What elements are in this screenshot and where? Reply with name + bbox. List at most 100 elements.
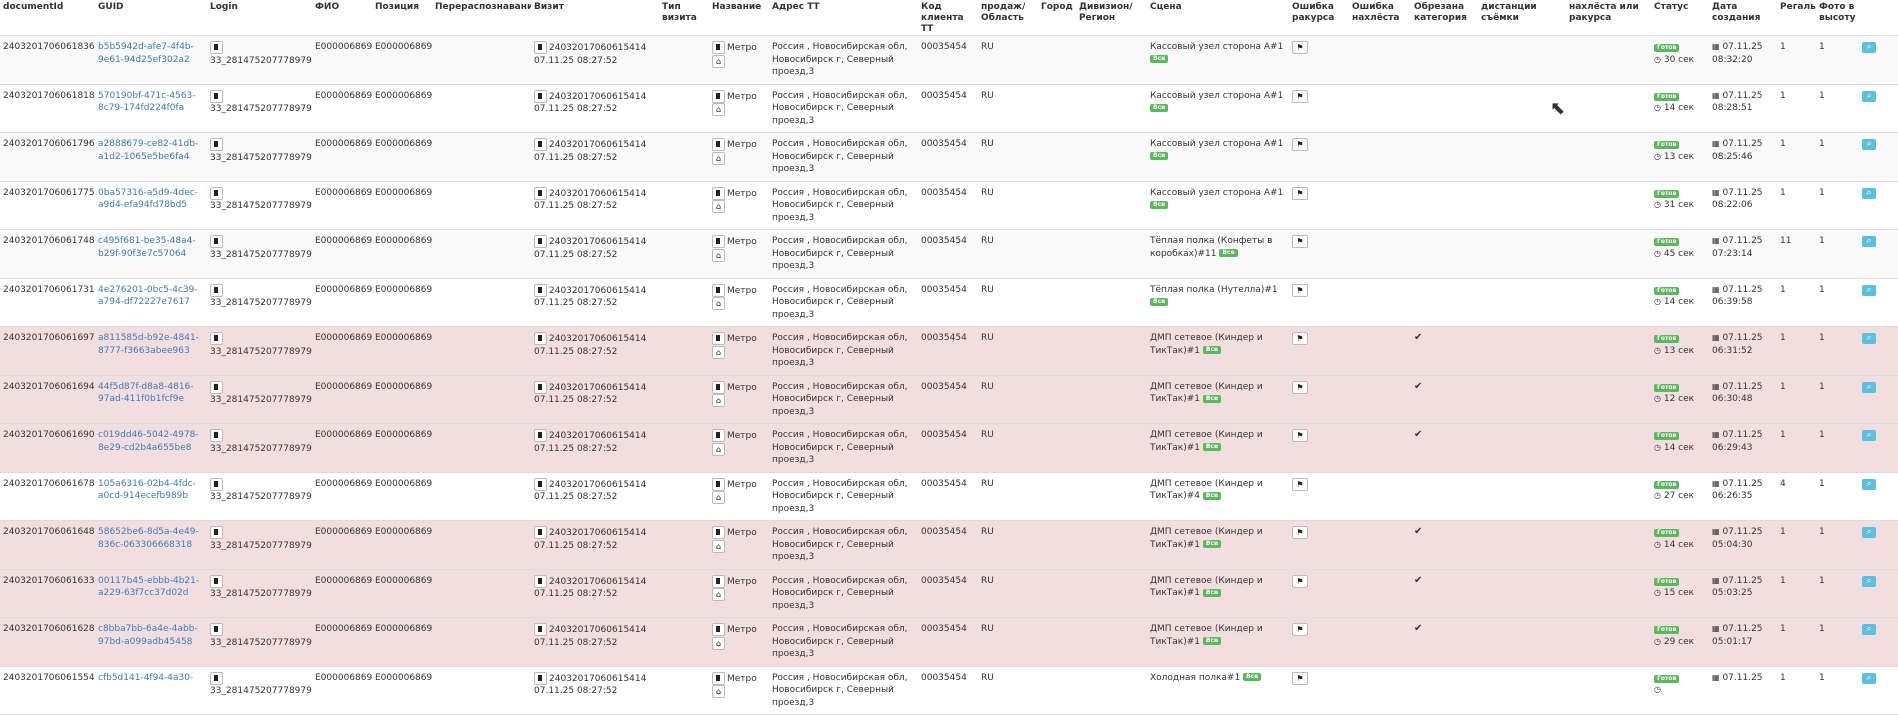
col-header-division[interactable]: Дивизион/ Регион	[1076, 0, 1147, 36]
home-icon[interactable]: ⌂	[712, 103, 725, 116]
document-icon[interactable]	[712, 283, 725, 297]
document-icon[interactable]	[210, 138, 223, 151]
document-icon[interactable]	[210, 429, 223, 442]
document-icon[interactable]	[210, 235, 223, 248]
document-icon[interactable]	[534, 332, 547, 345]
home-icon[interactable]: ⌂	[712, 200, 725, 213]
col-header-angle-error[interactable]: Ошибка ракурса	[1289, 0, 1349, 36]
col-header-address[interactable]: Адрес ТТ	[769, 0, 918, 36]
col-header-recognition[interactable]: Перераспознавание	[432, 0, 531, 36]
col-header-overlap-angle[interactable]: нахлёста или ракурса	[1566, 0, 1651, 36]
table-row[interactable]: 24032017060616782 105a6316-02b4-4fdc-a0cd…	[0, 472, 1898, 521]
guid-link[interactable]: 570190bf-471c-4563-8c79-174fd224f0fa	[98, 91, 196, 114]
search-icon[interactable]: ⌕	[1862, 333, 1876, 344]
col-header-overlap-error[interactable]: Ошибка нахлёста	[1349, 0, 1411, 36]
table-row[interactable]: 24032017060616977 a811585d-b92e-4841-8777…	[0, 326, 1898, 376]
document-icon[interactable]	[534, 283, 547, 297]
search-icon[interactable]: ⌕	[1862, 42, 1876, 53]
table-row[interactable]: 24032017060616907 c019dd46-5042-4978-8e29…	[0, 423, 1898, 473]
home-icon[interactable]: ⌂	[712, 54, 725, 68]
search-icon[interactable]: ⌕	[1862, 187, 1876, 199]
search-icon[interactable]: ⌕	[1862, 139, 1876, 150]
search-icon[interactable]: ⌕	[1862, 478, 1876, 490]
document-icon[interactable]	[534, 235, 547, 248]
flag-icon[interactable]: ⚑	[1292, 283, 1308, 297]
home-icon[interactable]: ⌂	[712, 685, 725, 698]
home-icon[interactable]: ⌂	[712, 588, 725, 601]
home-icon[interactable]: ⌂	[712, 636, 725, 650]
col-header-distance[interactable]: дистанции съёмки	[1478, 0, 1566, 36]
document-icon[interactable]	[534, 429, 547, 442]
flag-icon[interactable]: ⚑	[1292, 41, 1308, 54]
guid-link[interactable]: a2888679-ce82-41db-a1d2-1065e5be6fa4	[98, 139, 198, 162]
document-icon[interactable]	[712, 186, 725, 200]
document-icon[interactable]	[210, 41, 223, 54]
col-header-scene[interactable]: Сцена	[1147, 0, 1289, 36]
guid-link[interactable]: a811585d-b92e-4841-8777-f3663abee963	[98, 333, 199, 356]
table-row[interactable]: 24032017060616287 c8bba7bb-6a4e-4abb-97bd…	[0, 617, 1898, 667]
document-icon[interactable]	[534, 623, 547, 636]
flag-icon[interactable]: ⚑	[1292, 574, 1308, 588]
table-row[interactable]: 24032017060615549 cfb5d141-4f94-4a30- 33_2…	[0, 666, 1898, 715]
search-icon[interactable]: ⌕	[1862, 381, 1876, 393]
document-icon[interactable]	[534, 574, 547, 588]
col-header-position[interactable]: Позиция	[372, 0, 432, 36]
col-header-category-cut[interactable]: Обрезана категория	[1411, 0, 1478, 36]
search-icon[interactable]: ⌕	[1862, 284, 1876, 296]
document-icon[interactable]	[712, 429, 725, 442]
col-header-client-code[interactable]: Код клиента ТТ	[918, 0, 978, 36]
table-row[interactable]: 24032017060617317 4e276201-0bc5-4c39-a794…	[0, 278, 1898, 327]
flag-icon[interactable]: ⚑	[1292, 332, 1308, 345]
search-icon[interactable]: ⌕	[1862, 236, 1876, 247]
home-icon[interactable]: ⌂	[712, 539, 725, 553]
flag-icon[interactable]: ⚑	[1292, 89, 1308, 103]
document-icon[interactable]	[712, 574, 725, 588]
col-header-visit-type[interactable]: Тип визита	[659, 0, 709, 36]
home-icon[interactable]: ⌂	[712, 151, 725, 165]
home-icon[interactable]: ⌂	[712, 345, 725, 359]
flag-icon[interactable]: ⚑	[1292, 477, 1308, 491]
document-icon[interactable]	[712, 671, 725, 685]
flag-icon[interactable]: ⚑	[1292, 671, 1308, 685]
table-row[interactable]: 24032017060616332 00117b45-ebbb-4b21-a229…	[0, 569, 1898, 618]
document-icon[interactable]	[712, 623, 725, 636]
guid-link[interactable]: cfb5d141-4f94-4a30-	[98, 673, 193, 683]
col-header-login[interactable]: Login	[207, 0, 312, 36]
flag-icon[interactable]: ⚑	[1292, 526, 1308, 539]
home-icon[interactable]: ⌂	[712, 442, 725, 456]
document-icon[interactable]	[210, 623, 223, 636]
table-row[interactable]: 24032017060616480 58652be6-8d5a-4e49-836c…	[0, 520, 1898, 570]
flag-icon[interactable]: ⚑	[1292, 380, 1308, 394]
col-header-shelves[interactable]: Регалы	[1777, 0, 1816, 36]
guid-link[interactable]: 0ba57316-a5d9-4dec-a9d4-efa94fd78bd5	[98, 188, 198, 211]
document-icon[interactable]	[210, 89, 223, 103]
document-icon[interactable]	[534, 41, 547, 54]
col-header-created[interactable]: Дата создания	[1709, 0, 1777, 36]
guid-link[interactable]: c019dd46-5042-4978-8e29-cd2b4a655be8	[98, 430, 199, 453]
flag-icon[interactable]: ⚑	[1292, 138, 1308, 151]
document-icon[interactable]	[712, 380, 725, 394]
document-icon[interactable]	[712, 41, 725, 54]
search-icon[interactable]: ⌕	[1862, 527, 1876, 538]
home-icon[interactable]: ⌂	[712, 491, 725, 504]
search-icon[interactable]: ⌕	[1862, 575, 1876, 587]
guid-link[interactable]: 44f5d87f-d8a8-4816-97ad-411f0b1fcf9e	[98, 382, 194, 405]
document-icon[interactable]	[534, 89, 547, 103]
document-icon[interactable]	[712, 332, 725, 345]
document-icon[interactable]	[534, 526, 547, 539]
home-icon[interactable]: ⌂	[712, 297, 725, 310]
table-row[interactable]: 24032017060616944 44f5d87f-d8a8-4816-97ad…	[0, 375, 1898, 424]
document-icon[interactable]	[210, 380, 223, 394]
document-icon[interactable]	[210, 186, 223, 200]
home-icon[interactable]: ⌂	[712, 394, 725, 407]
document-icon[interactable]	[210, 574, 223, 588]
document-icon[interactable]	[210, 477, 223, 491]
table-row[interactable]: 24032017060617755 0ba57316-a5d9-4dec-a9d4…	[0, 181, 1898, 230]
document-icon[interactable]	[210, 526, 223, 539]
col-header-guid[interactable]: GUID	[95, 0, 207, 36]
guid-link[interactable]: 105a6316-02b4-4fdc-a0cd-914ecefb989b	[98, 479, 196, 502]
search-icon[interactable]: ⌕	[1862, 624, 1876, 635]
col-header-name[interactable]: Название	[709, 0, 769, 36]
guid-link[interactable]: b5b5942d-afe7-4f4b-9e61-94d25ef302a2	[98, 42, 194, 65]
col-header-sales-area[interactable]: продаж/ Область	[978, 0, 1038, 36]
